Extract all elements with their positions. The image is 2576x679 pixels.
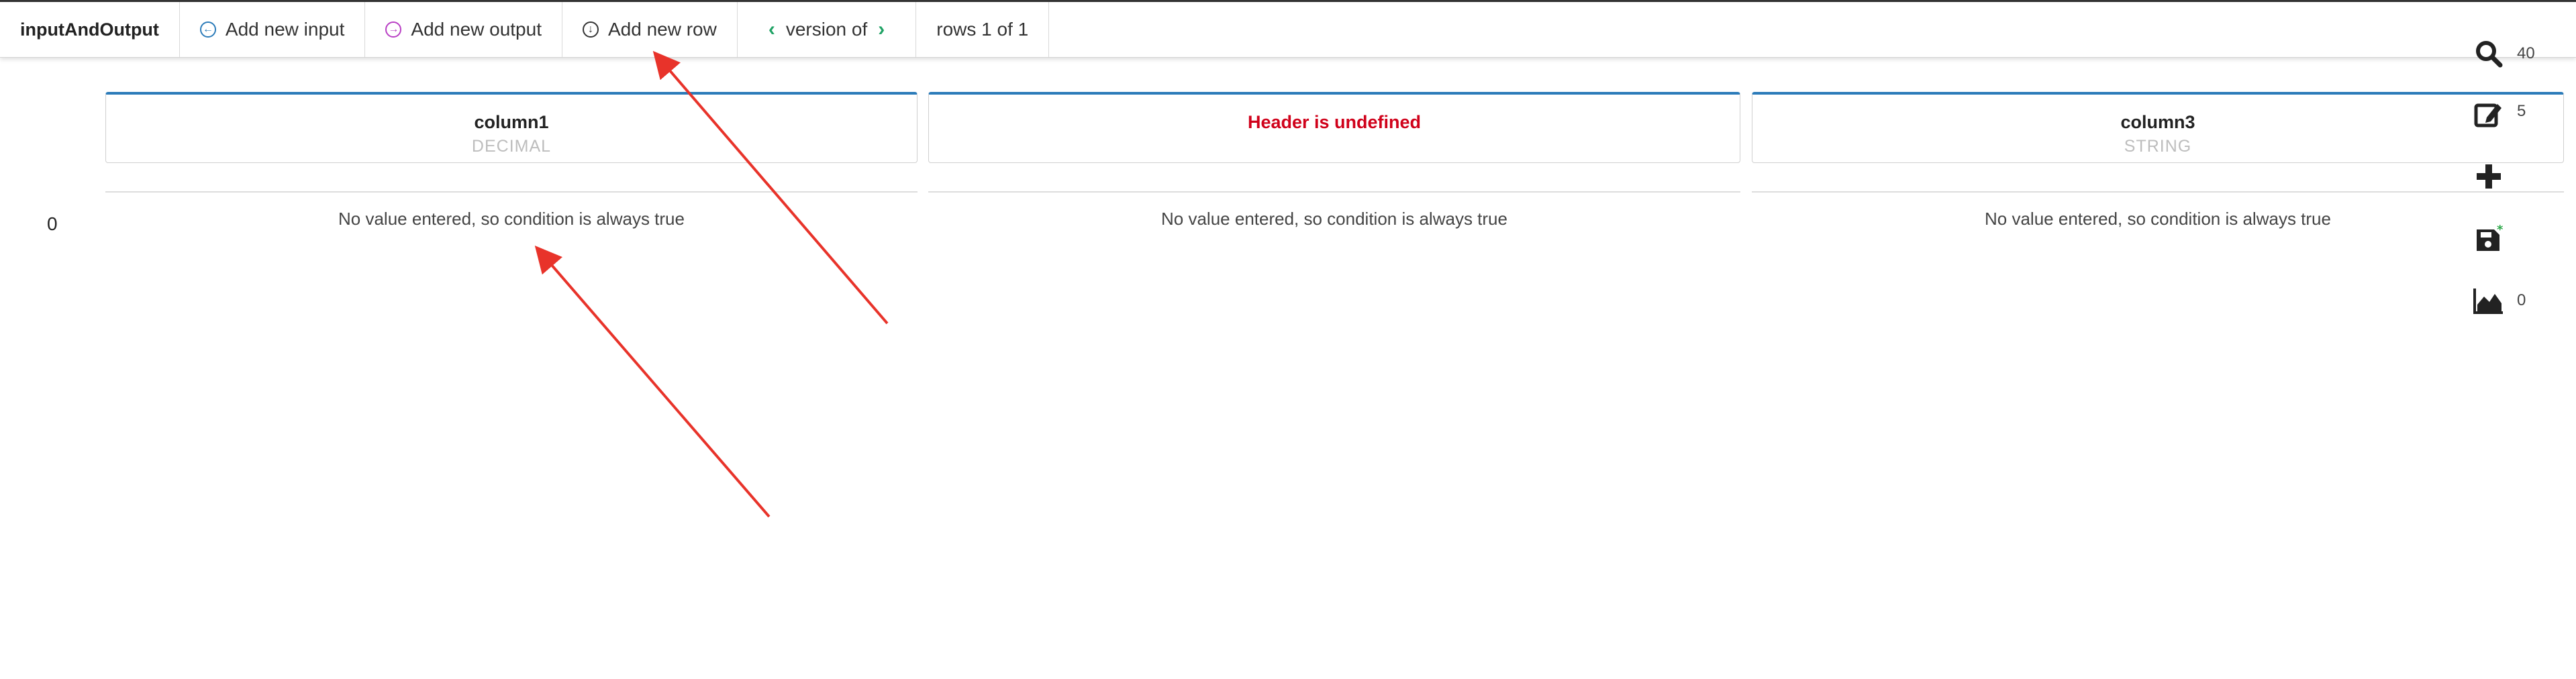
annotation-arrows: [534, 50, 889, 518]
annotation-arrow: [652, 50, 889, 325]
annotation-arrow: [534, 245, 771, 518]
decision-table-page: inputAndOutput ← Add new input → Add new…: [0, 0, 2576, 679]
